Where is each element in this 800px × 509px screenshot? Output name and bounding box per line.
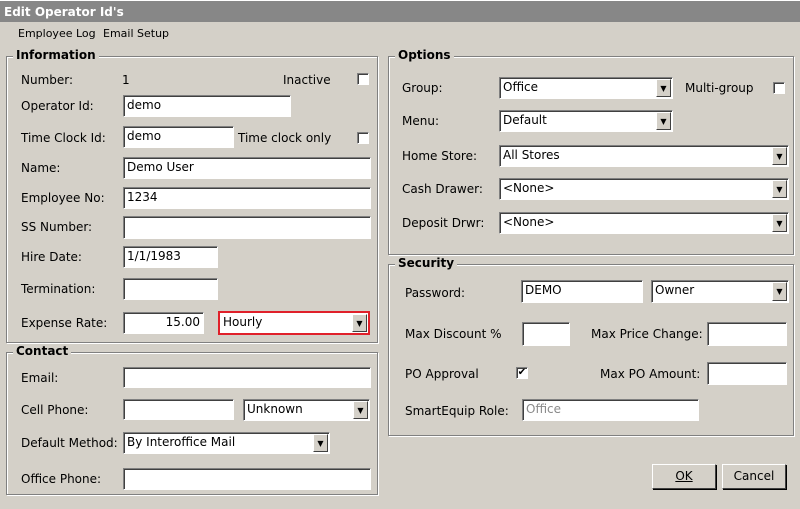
expense-rate-label: Expense Rate: xyxy=(21,316,108,330)
menu-label: Menu: xyxy=(402,114,439,128)
home-store-value: All Stores xyxy=(503,148,560,162)
menu-select[interactable]: Default ▼ xyxy=(499,110,673,132)
cash-drawer-value: <None> xyxy=(503,181,555,195)
cash-drawer-label: Cash Drawer: xyxy=(402,182,483,196)
cell-type-value: Unknown xyxy=(247,402,303,416)
cancel-label: Cancel xyxy=(733,469,775,483)
max-discount-label: Max Discount % xyxy=(405,327,502,341)
multi-group-label: Multi-group xyxy=(685,81,754,95)
default-method-value: By Interoffice Mail xyxy=(127,435,236,449)
max-discount-input[interactable] xyxy=(522,322,570,346)
information-title: Information xyxy=(13,48,99,62)
password-label: Password: xyxy=(405,286,466,300)
deposit-drawer-select[interactable]: <None> ▼ xyxy=(499,212,789,234)
time-clock-only-label: Time clock only xyxy=(238,131,332,145)
name-input[interactable]: Demo User xyxy=(123,157,371,179)
role-select[interactable]: Owner ▼ xyxy=(651,280,789,303)
dropdown-arrow-icon[interactable]: ▼ xyxy=(656,79,671,97)
email-label: Email: xyxy=(21,371,59,385)
number-label: Number: xyxy=(21,73,74,87)
security-title: Security xyxy=(395,256,458,270)
menu-employee-log[interactable]: Employee Log xyxy=(18,27,96,40)
ok-button[interactable]: OK xyxy=(652,464,716,489)
operator-id-label: Operator Id: xyxy=(21,99,94,113)
cell-phone-label: Cell Phone: xyxy=(21,403,89,417)
cell-type-select[interactable]: Unknown ▼ xyxy=(243,399,370,421)
hire-date-input[interactable]: 1/1/1983 xyxy=(123,246,218,268)
password-input[interactable]: DEMO xyxy=(521,280,643,303)
time-clock-input[interactable]: demo xyxy=(123,126,234,148)
termination-label: Termination: xyxy=(21,282,96,296)
role-value: Owner xyxy=(655,283,695,297)
operator-id-input[interactable]: demo xyxy=(123,95,291,117)
home-store-label: Home Store: xyxy=(402,149,478,163)
time-clock-only-checkbox[interactable] xyxy=(357,132,369,144)
office-phone-label: Office Phone: xyxy=(21,472,102,486)
office-phone-input[interactable] xyxy=(123,468,371,490)
group-select[interactable]: Office ▼ xyxy=(499,77,673,99)
menu-value: Default xyxy=(503,113,547,127)
rate-type-select[interactable]: Hourly ▼ xyxy=(218,311,370,335)
number-value: 1 xyxy=(122,73,130,87)
email-input[interactable] xyxy=(123,367,371,388)
smartequip-role-label: SmartEquip Role: xyxy=(405,404,509,418)
dropdown-arrow-icon[interactable]: ▼ xyxy=(772,180,787,198)
deposit-drawer-label: Deposit Drwr: xyxy=(402,216,485,230)
window-title: Edit Operator Id's xyxy=(0,0,800,22)
cash-drawer-select[interactable]: <None> ▼ xyxy=(499,178,789,200)
smartequip-role-input: Office xyxy=(522,399,699,421)
time-clock-label: Time Clock Id: xyxy=(21,131,106,145)
deposit-drawer-value: <None> xyxy=(503,215,555,229)
dropdown-arrow-icon[interactable]: ▼ xyxy=(772,214,787,232)
max-price-change-input[interactable] xyxy=(707,322,787,346)
dropdown-arrow-icon[interactable]: ▼ xyxy=(772,147,787,165)
home-store-select[interactable]: All Stores ▼ xyxy=(499,145,789,167)
inactive-checkbox[interactable] xyxy=(357,73,369,85)
ok-label: OK xyxy=(675,469,693,483)
default-method-select[interactable]: By Interoffice Mail ▼ xyxy=(123,432,330,454)
max-po-amount-input[interactable] xyxy=(707,362,787,385)
cancel-button[interactable]: Cancel xyxy=(722,464,786,489)
cell-phone-input[interactable] xyxy=(123,399,234,420)
dropdown-arrow-icon[interactable]: ▼ xyxy=(353,401,368,419)
rate-type-value: Hourly xyxy=(223,315,263,329)
dropdown-arrow-icon[interactable]: ▼ xyxy=(656,112,671,130)
dropdown-arrow-icon[interactable]: ▼ xyxy=(313,434,328,452)
hire-date-label: Hire Date: xyxy=(21,250,82,264)
expense-rate-input[interactable]: 15.00 xyxy=(123,312,204,334)
po-approval-checkbox[interactable]: ✔ xyxy=(516,367,528,379)
ss-number-input[interactable] xyxy=(123,216,371,239)
inactive-label: Inactive xyxy=(283,73,331,87)
group-value: Office xyxy=(503,80,539,94)
name-label: Name: xyxy=(21,161,61,175)
contact-title: Contact xyxy=(13,344,72,358)
employee-no-input[interactable]: 1234 xyxy=(123,187,371,209)
multi-group-checkbox[interactable] xyxy=(773,82,785,94)
max-po-amount-label: Max PO Amount: xyxy=(600,367,701,381)
employee-no-label: Employee No: xyxy=(21,191,105,205)
dropdown-arrow-icon[interactable]: ▼ xyxy=(352,314,367,332)
group-label: Group: xyxy=(402,81,443,95)
default-method-label: Default Method: xyxy=(21,436,118,450)
max-price-change-label: Max Price Change: xyxy=(591,327,703,341)
ss-number-label: SS Number: xyxy=(21,220,93,234)
dropdown-arrow-icon[interactable]: ▼ xyxy=(772,282,787,301)
termination-input[interactable] xyxy=(123,278,218,300)
menu-email-setup[interactable]: Email Setup xyxy=(103,27,169,40)
po-approval-label: PO Approval xyxy=(405,367,479,381)
options-title: Options xyxy=(395,48,454,62)
check-icon: ✔ xyxy=(517,367,527,378)
